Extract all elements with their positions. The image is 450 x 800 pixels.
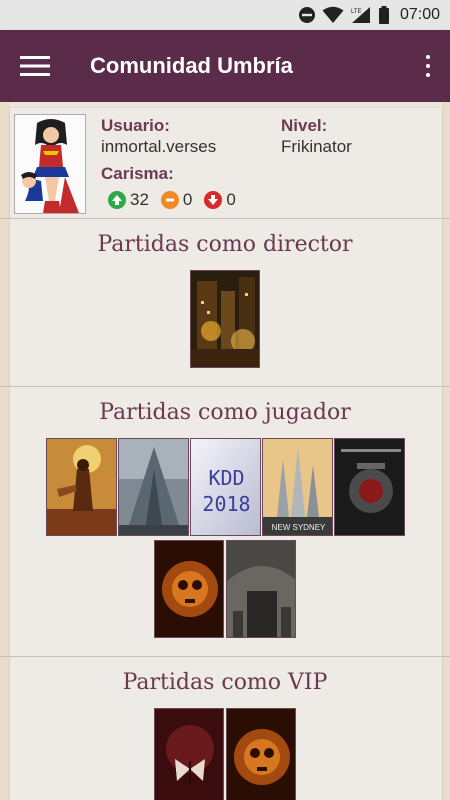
- hamburger-menu-icon[interactable]: [0, 30, 70, 102]
- charisma-values: 32 0 0: [108, 190, 244, 210]
- svg-text:NEW SYDNEY: NEW SYDNEY: [272, 523, 326, 532]
- divider: [0, 218, 450, 219]
- lte-signal-icon: LTE: [350, 6, 372, 24]
- divider: [0, 386, 450, 387]
- charisma-label: Carisma:: [101, 164, 174, 183]
- game-cover-desert-warrior[interactable]: [46, 438, 117, 536]
- game-cover-mountain-fortress[interactable]: [118, 438, 189, 536]
- svg-text:2018: 2018: [202, 492, 250, 516]
- wifi-icon: [322, 6, 344, 24]
- arrow-down-icon: [204, 191, 223, 209]
- charisma-positive: 32: [130, 190, 149, 209]
- game-cover-new-sydney[interactable]: NEW SYDNEY: [262, 438, 333, 536]
- section-title-director: Partidas como director: [97, 232, 353, 257]
- game-cover-dark-butterfly[interactable]: [154, 708, 224, 800]
- charisma-neutral: 0: [182, 190, 193, 209]
- app-title: Comunidad Umbría: [90, 53, 293, 78]
- status-bar: LTE 07:00: [0, 0, 450, 30]
- status-time: 07:00: [399, 6, 440, 23]
- arrow-up-icon: [108, 191, 126, 209]
- user-label: Usuario:: [101, 116, 170, 135]
- svg-text:KDD: KDD: [208, 466, 244, 490]
- game-cover-ruins[interactable]: [226, 540, 296, 638]
- game-cover-city-night[interactable]: [190, 270, 260, 368]
- section-title-player: Partidas como jugador: [99, 400, 351, 425]
- more-vertical-icon[interactable]: [420, 52, 436, 80]
- paper-edge-left: [0, 102, 10, 800]
- game-cover-fire-skull[interactable]: [154, 540, 224, 638]
- minus-icon: [160, 191, 179, 209]
- level-label: Nivel:: [281, 116, 328, 135]
- content-area: Usuario: inmortal.verses Nivel: Frikinat…: [0, 102, 450, 800]
- game-cover-kdd-2018[interactable]: KDD 2018: [190, 438, 261, 536]
- section-title-vip: Partidas como VIP: [122, 670, 328, 695]
- level-value: Frikinator: [281, 137, 352, 156]
- do-not-disturb-icon: [298, 6, 316, 24]
- divider: [0, 656, 450, 657]
- svg-text:LTE: LTE: [351, 9, 362, 15]
- battery-icon: [378, 6, 390, 24]
- game-cover-steampunk[interactable]: [334, 438, 405, 536]
- game-cover-fire-skull-2[interactable]: [226, 708, 296, 800]
- paper-edge-right: [442, 102, 450, 800]
- avatar[interactable]: [14, 114, 86, 214]
- user-value: inmortal.verses: [101, 137, 217, 156]
- charisma-negative: 0: [226, 190, 236, 209]
- profile-card: Usuario: inmortal.verses Nivel: Frikinat…: [14, 114, 442, 218]
- app-bar: Comunidad Umbría: [0, 30, 450, 102]
